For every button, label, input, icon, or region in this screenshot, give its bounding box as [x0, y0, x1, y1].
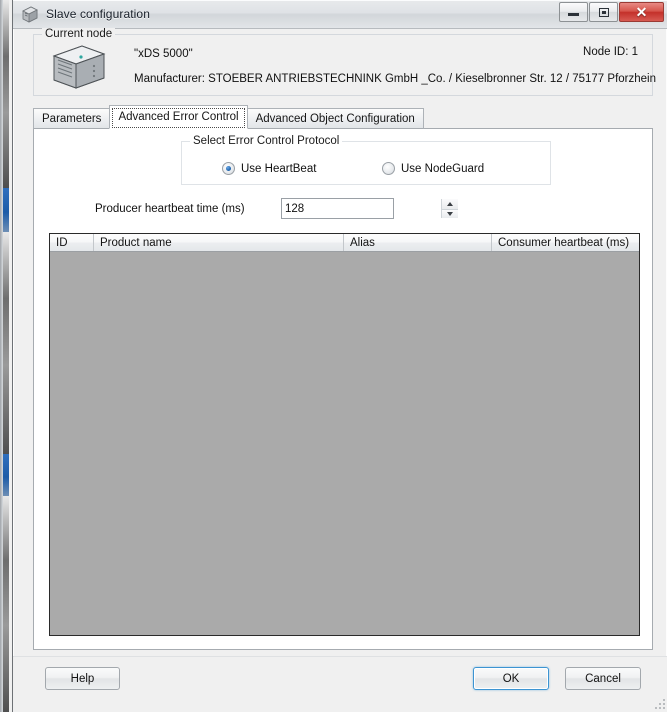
protocol-radio-row: Use HeartBeat Use NodeGuard — [182, 162, 550, 182]
background-scrollbar-segment[interactable] — [3, 0, 9, 188]
ok-button-label: OK — [502, 672, 520, 685]
cancel-button-label: Cancel — [585, 672, 621, 685]
advanced-error-control-panel: Select Error Control Protocol Use HeartB… — [33, 128, 653, 650]
minimize-button[interactable] — [559, 2, 588, 22]
tab-advanced-error-control[interactable]: Advanced Error Control — [109, 105, 248, 129]
title-bar[interactable]: Slave configuration ✕ — [13, 0, 667, 29]
grid-column-id[interactable]: ID — [50, 234, 94, 251]
stepper-increment-button[interactable] — [442, 199, 458, 209]
dialog-button-bar: Help OK Cancel — [13, 656, 667, 712]
tab-parameters[interactable]: Parameters — [33, 108, 111, 129]
help-button-label: Help — [70, 672, 95, 685]
tab-parameters-label: Parameters — [42, 112, 102, 125]
grid-column-alias[interactable]: Alias — [344, 234, 492, 251]
ok-button[interactable]: OK — [473, 667, 549, 690]
radio-use-nodeguard-label: Use NodeGuard — [401, 162, 485, 175]
grid-column-product-name[interactable]: Product name — [94, 234, 344, 251]
chevron-down-icon — [447, 211, 453, 216]
current-node-group-title: Current node — [42, 28, 116, 40]
producer-heartbeat-time-stepper[interactable] — [281, 198, 458, 219]
restore-icon — [598, 7, 609, 17]
restore-button[interactable] — [589, 2, 618, 22]
cancel-button[interactable]: Cancel — [565, 667, 641, 690]
close-button[interactable]: ✕ — [619, 2, 664, 22]
background-scrollbar-segment-highlight[interactable] — [3, 188, 9, 232]
grid-body-empty[interactable] — [50, 252, 639, 635]
producer-heartbeat-time-input[interactable] — [282, 199, 441, 218]
radio-use-nodeguard[interactable]: Use NodeGuard — [382, 162, 484, 175]
tab-advanced-object-configuration-label: Advanced Object Configuration — [255, 112, 415, 125]
background-scrollbar-segment[interactable] — [3, 232, 9, 454]
tab-strip: Parameters Advanced Error Control Advanc… — [33, 105, 653, 129]
error-control-protocol-group: Select Error Control Protocol Use HeartB… — [181, 135, 551, 185]
node-id-label: Node ID: 1 — [583, 46, 638, 58]
window-title: Slave configuration — [46, 7, 150, 21]
minimize-icon — [568, 13, 579, 16]
help-button[interactable]: Help — [45, 667, 120, 690]
current-node-group: Current node "xDS 5000" Manufacturer: ST… — [33, 28, 656, 96]
radio-use-heartbeat-label: Use HeartBeat — [241, 162, 317, 175]
stepper-buttons — [441, 199, 458, 218]
consumer-heartbeat-grid[interactable]: ID Product name Alias Consumer heartbeat… — [49, 233, 640, 636]
producer-heartbeat-time-label: Producer heartbeat time (ms) — [95, 203, 245, 215]
device-box-icon — [20, 4, 40, 24]
slave-configuration-dialog: Slave configuration ✕ Current node "xDS … — [12, 0, 667, 712]
background-window-edge — [0, 0, 12, 712]
tab-advanced-error-control-label: Advanced Error Control — [118, 111, 239, 123]
node-name-label: "xDS 5000" — [134, 48, 193, 60]
radio-unselected-icon — [382, 162, 395, 175]
resize-grip[interactable] — [652, 696, 665, 709]
tab-advanced-object-configuration[interactable]: Advanced Object Configuration — [246, 108, 424, 129]
background-scrollbar-segment[interactable] — [3, 496, 9, 712]
grid-header-row: ID Product name Alias Consumer heartbeat… — [50, 234, 639, 252]
window-controls: ✕ — [558, 2, 664, 22]
radio-selected-icon — [222, 162, 235, 175]
grid-column-consumer-heartbeat[interactable]: Consumer heartbeat (ms) — [492, 234, 639, 251]
close-icon: ✕ — [635, 4, 648, 20]
radio-use-heartbeat[interactable]: Use HeartBeat — [222, 162, 316, 175]
network-device-icon — [48, 42, 110, 90]
chevron-up-icon — [447, 201, 453, 206]
stepper-decrement-button[interactable] — [442, 208, 458, 218]
background-scrollbar-segment-highlight[interactable] — [3, 454, 9, 496]
node-manufacturer-label: Manufacturer: STOEBER ANTRIEBSTECHNINK G… — [134, 73, 656, 85]
error-control-protocol-group-title: Select Error Control Protocol — [190, 135, 343, 147]
